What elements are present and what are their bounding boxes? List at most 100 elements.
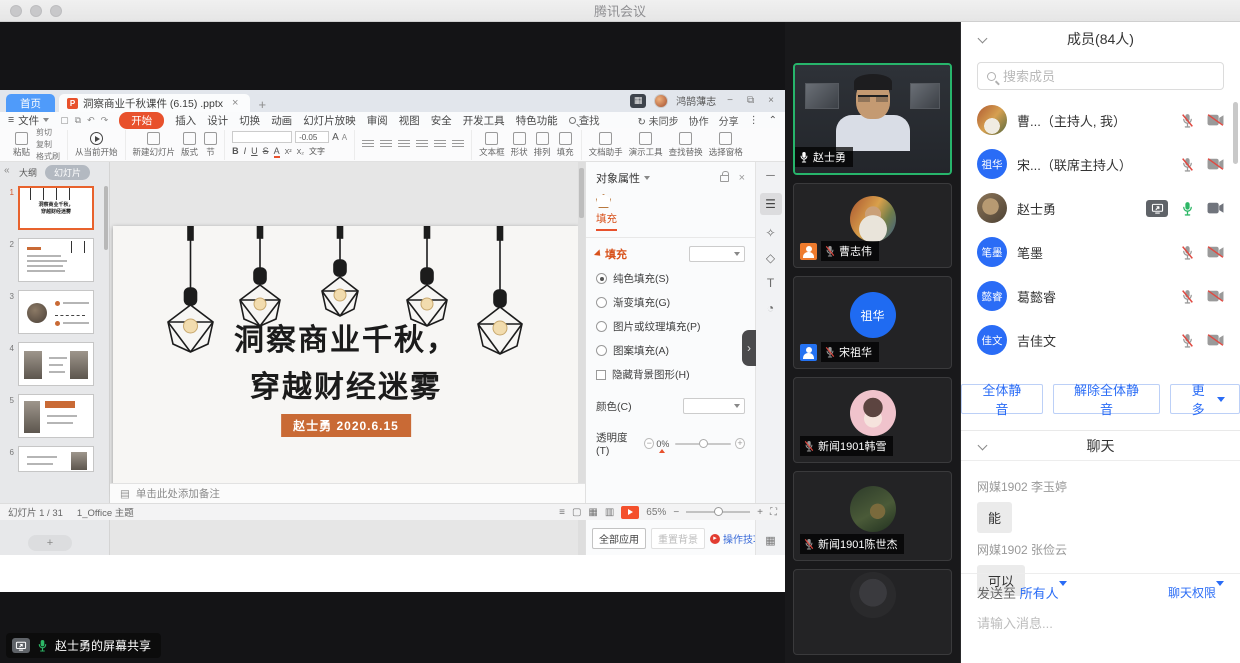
- save-icon[interactable]: ▢: [60, 115, 69, 126]
- fill-tab[interactable]: 填充: [596, 211, 617, 231]
- more-menu-icon[interactable]: ⋮: [749, 115, 759, 126]
- strike-button[interactable]: S: [263, 146, 269, 156]
- member-row[interactable]: 懿睿 葛懿睿: [961, 274, 1240, 318]
- mic-muted-icon[interactable]: [1181, 113, 1194, 128]
- slide-thumbnail-5[interactable]: [18, 394, 94, 438]
- member-row[interactable]: 佳文 吉佳文: [961, 318, 1240, 362]
- increase-transparency-icon[interactable]: +: [735, 438, 745, 449]
- font-name-box[interactable]: [232, 131, 292, 143]
- reset-background-button[interactable]: 重置背景: [651, 528, 705, 549]
- member-row[interactable]: 祖华 宋...（联席主持人）: [961, 142, 1240, 186]
- camera-on-icon[interactable]: [1207, 202, 1224, 214]
- section-button[interactable]: 节: [204, 132, 217, 158]
- shape-button[interactable]: 形状: [511, 132, 528, 158]
- close-panel-icon[interactable]: ×: [739, 172, 745, 184]
- camera-off-icon[interactable]: [1207, 246, 1224, 258]
- picture-fill-option[interactable]: 图片或纹理填充(P): [596, 319, 745, 334]
- select-pane-button[interactable]: 选择窗格: [709, 132, 743, 158]
- collapse-properties-icon[interactable]: ›: [742, 330, 756, 366]
- mic-on-icon[interactable]: [1181, 201, 1194, 216]
- menu-animation[interactable]: 动画: [271, 113, 292, 128]
- lock-icon[interactable]: [720, 175, 729, 182]
- cloud-sync-status[interactable]: ↻ 未同步: [637, 113, 678, 128]
- menu-insert[interactable]: 插入: [175, 113, 196, 128]
- text-effect-button[interactable]: 文字: [309, 146, 325, 157]
- subscript-button[interactable]: X₂: [297, 149, 304, 156]
- collapse-members-icon[interactable]: [978, 34, 988, 44]
- search-input[interactable]: [1003, 69, 1214, 84]
- add-slide-button[interactable]: +: [28, 535, 72, 551]
- present-tools-button[interactable]: 演示工具: [629, 132, 663, 158]
- close-icon[interactable]: ×: [765, 95, 777, 106]
- wps-document-tab[interactable]: P 洞察商业千秋课件 (6.15) .pptx ×: [59, 94, 250, 112]
- arrange-button[interactable]: 排列: [534, 132, 551, 158]
- member-row[interactable]: 曹...（主持人, 我）: [961, 98, 1240, 142]
- bullets-icon[interactable]: [362, 140, 374, 149]
- strip-grid-icon[interactable]: ▦: [765, 534, 775, 547]
- restore-icon[interactable]: ⧉: [744, 95, 757, 106]
- camera-off-icon[interactable]: [1207, 114, 1224, 126]
- slide-thumbnail-6[interactable]: [18, 446, 94, 472]
- send-to-selector[interactable]: 所有人: [1020, 583, 1067, 602]
- fill-preset-dropdown[interactable]: [689, 246, 745, 262]
- account-avatar[interactable]: [654, 94, 668, 108]
- share-button[interactable]: 分享: [719, 113, 739, 128]
- zoom-level[interactable]: 65%: [646, 507, 666, 518]
- chat-permission-selector[interactable]: 聊天权限: [1168, 584, 1224, 601]
- camera-off-icon[interactable]: [1207, 290, 1224, 302]
- font-increase-icon[interactable]: A: [332, 132, 339, 143]
- screen-share-indicator[interactable]: 赵士勇的屏幕共享: [6, 633, 161, 658]
- play-from-current-button[interactable]: 从当前开始: [75, 132, 118, 158]
- copy-icon[interactable]: ⧉: [75, 115, 81, 126]
- camera-off-icon[interactable]: [1207, 334, 1224, 346]
- collapse-ribbon-icon[interactable]: ⌃: [769, 115, 777, 126]
- member-row[interactable]: 赵士勇: [961, 186, 1240, 230]
- doc-helper-button[interactable]: 文档助手: [589, 132, 623, 158]
- menu-review[interactable]: 审阅: [367, 113, 388, 128]
- more-button[interactable]: 更多: [1170, 384, 1240, 414]
- zoom-in-icon[interactable]: +: [757, 507, 763, 518]
- collapse-chat-icon[interactable]: [978, 441, 988, 451]
- menu-design[interactable]: 设计: [207, 113, 228, 128]
- strip-effects-icon[interactable]: ✧: [765, 226, 775, 240]
- menu-transition[interactable]: 切换: [239, 113, 260, 128]
- color-dropdown[interactable]: [683, 398, 745, 414]
- zoom-out-icon[interactable]: −: [673, 507, 679, 518]
- minimize-icon[interactable]: −: [724, 95, 736, 106]
- chat-message-input[interactable]: [977, 616, 1224, 631]
- align-left-icon[interactable]: [398, 140, 410, 149]
- collaborate-button[interactable]: 协作: [689, 113, 709, 128]
- video-tile-partial[interactable]: [793, 569, 952, 655]
- menu-security[interactable]: 安全: [431, 113, 452, 128]
- slide-thumbnail-2[interactable]: [18, 238, 94, 282]
- mic-muted-icon[interactable]: [1181, 245, 1194, 260]
- member-list-scrollbar[interactable]: [1233, 102, 1238, 164]
- undo-icon[interactable]: ↶: [87, 115, 95, 126]
- underline-button[interactable]: U: [251, 146, 258, 156]
- align-right-icon[interactable]: [434, 140, 446, 149]
- file-menu[interactable]: ≡ 文件: [8, 113, 49, 128]
- video-tile[interactable]: 新闻1901陈世杰: [793, 471, 952, 561]
- unmute-all-button[interactable]: 解除全体静音: [1053, 384, 1161, 414]
- find-command[interactable]: 查找: [569, 113, 600, 128]
- paste-button[interactable]: 粘贴: [13, 132, 30, 158]
- hide-background-checkbox[interactable]: 隐藏背景图形(H): [596, 367, 745, 382]
- layout-button[interactable]: 版式: [181, 132, 198, 158]
- section-expand-icon[interactable]: [594, 249, 603, 258]
- normal-view-icon[interactable]: ▢: [572, 507, 581, 518]
- zoom-slider[interactable]: [686, 511, 750, 513]
- mute-all-button[interactable]: 全体静音: [961, 384, 1043, 414]
- video-tile[interactable]: 新闻1901韩雪: [793, 377, 952, 463]
- panel-scrollbar[interactable]: [104, 186, 108, 250]
- menu-slideshow[interactable]: 幻灯片放映: [303, 113, 356, 128]
- member-row[interactable]: 笔墨 笔墨: [961, 230, 1240, 274]
- strip-menu-icon[interactable]: ─: [766, 168, 775, 182]
- account-name[interactable]: 鸿鹄薄志: [676, 93, 716, 108]
- camera-off-icon[interactable]: [1207, 158, 1224, 170]
- menu-features[interactable]: 特色功能: [516, 113, 558, 128]
- slide-thumbnail-1[interactable]: 洞察商业千秋，穿越财经迷雾: [18, 186, 94, 230]
- notes-view-icon[interactable]: ≡: [559, 507, 565, 518]
- slideshow-play-button[interactable]: [621, 506, 639, 519]
- line-spacing-icon[interactable]: [452, 140, 464, 149]
- find-replace-button[interactable]: 查找替换: [669, 132, 703, 158]
